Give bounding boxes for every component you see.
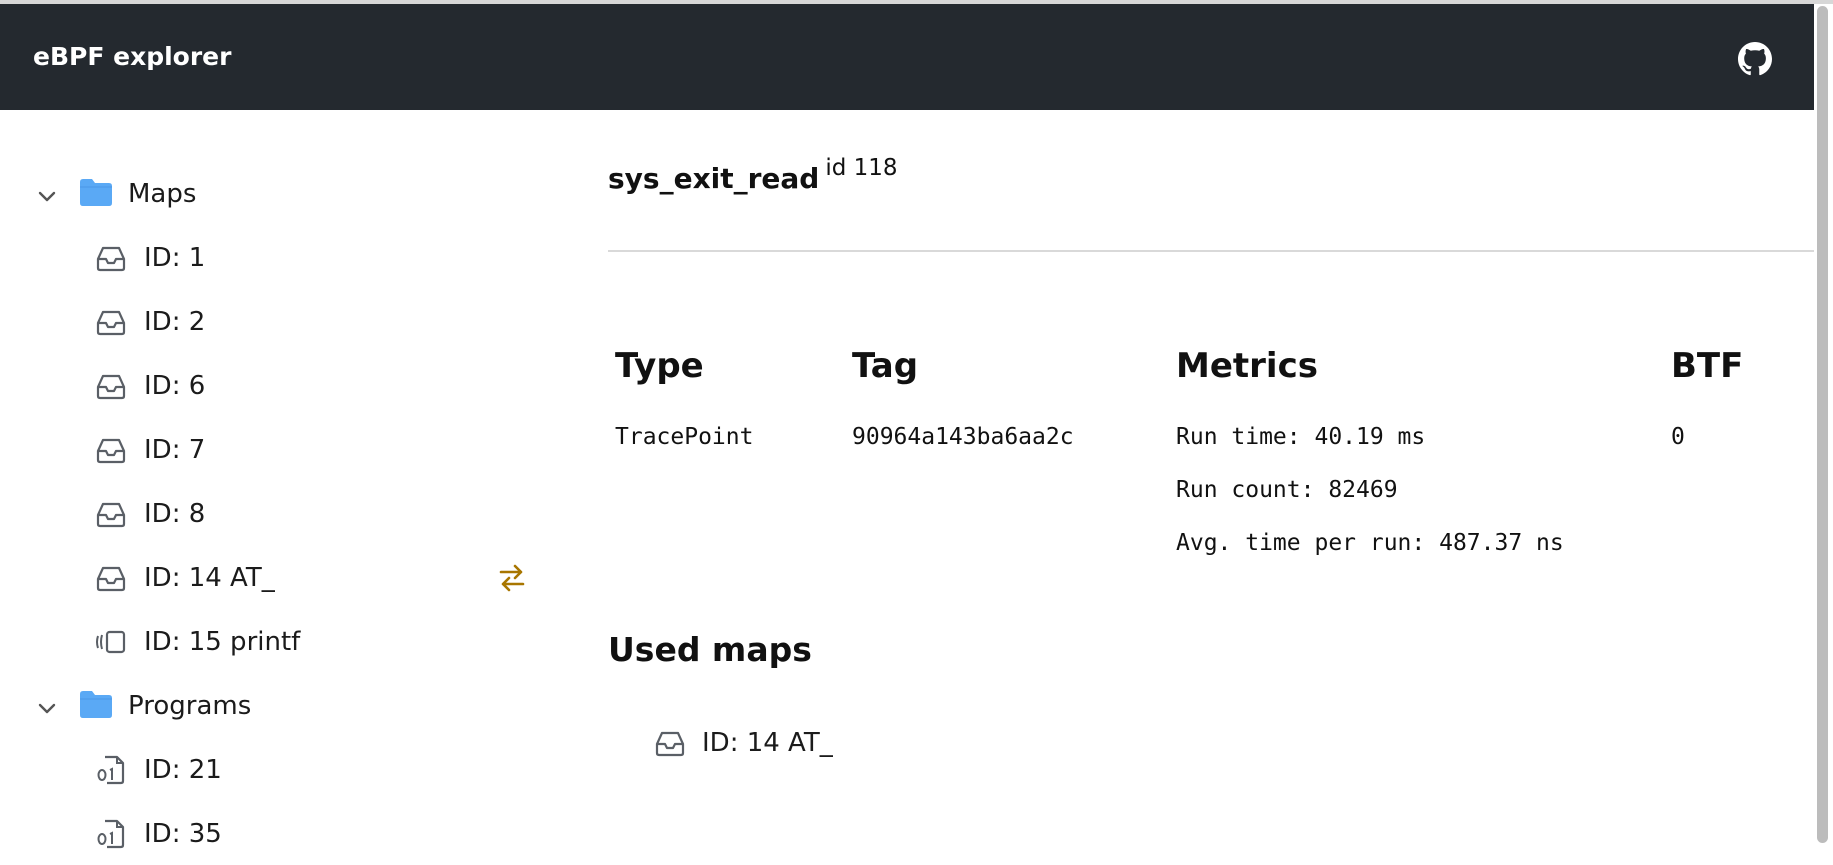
type-column-header: Type	[615, 346, 704, 386]
metrics-column-header: Metrics	[1176, 346, 1318, 386]
inbox-icon	[96, 310, 126, 336]
tree-item-map-1[interactable]: ID: 1	[0, 229, 560, 289]
type-value: TracePoint	[615, 424, 754, 450]
used-map-item[interactable]: ID: 14 AT_	[654, 720, 954, 770]
binary-file-icon	[97, 819, 125, 849]
tree-item-label: ID: 6	[144, 371, 206, 401]
program-detail-panel: sys_exit_read id 118 Type Tag Metrics BTF…	[608, 110, 1814, 843]
tree-folder-programs[interactable]: Programs	[0, 677, 560, 737]
tree-item-label: ID: 14 AT_	[144, 563, 275, 593]
tree-item-label: ID: 8	[144, 499, 206, 529]
used-maps-title: Used maps	[608, 630, 812, 669]
sidebar-tree: Maps ID: 1 ID: 2 ID: 6 ID: 7 ID: 8 ID: 1…	[0, 110, 560, 849]
folder-icon	[80, 179, 112, 206]
app-title[interactable]: eBPF explorer	[33, 42, 231, 71]
github-icon[interactable]	[1738, 42, 1772, 76]
tree-item-map-8[interactable]: ID: 8	[0, 485, 560, 545]
app-header: eBPF explorer	[0, 4, 1814, 110]
metric-avg-time: Avg. time per run: 487.37 ns	[1176, 530, 1564, 556]
program-name: sys_exit_read	[608, 162, 820, 195]
tree-folder-maps[interactable]: Maps	[0, 165, 560, 225]
tree-item-program-21[interactable]: ID: 21	[0, 741, 560, 801]
tag-column-header: Tag	[852, 346, 919, 386]
inbox-icon	[96, 246, 126, 272]
binary-file-icon	[97, 755, 125, 785]
title-divider	[608, 250, 1814, 252]
tree-item-map-7[interactable]: ID: 7	[0, 421, 560, 481]
ring-buffer-icon	[96, 630, 126, 654]
tree-folder-label: Programs	[128, 691, 252, 721]
tree-folder-label: Maps	[128, 179, 197, 209]
tree-item-label: ID: 2	[144, 307, 206, 337]
program-id: id 118	[825, 155, 898, 181]
chevron-down-icon[interactable]	[36, 697, 58, 719]
metric-run-time: Run time: 40.19 ms	[1176, 424, 1426, 450]
tree-item-map-2[interactable]: ID: 2	[0, 293, 560, 353]
tree-item-label: ID: 35	[144, 819, 222, 849]
tree-item-label: ID: 1	[144, 243, 206, 273]
btf-column-header: BTF	[1671, 346, 1744, 386]
tree-item-label: ID: 15 printf	[144, 627, 301, 657]
program-title: sys_exit_read id 118	[608, 155, 898, 195]
tree-item-map-15[interactable]: ID: 15 printf	[0, 613, 560, 673]
inbox-icon	[96, 566, 126, 592]
inbox-icon	[96, 438, 126, 464]
scrollbar-thumb[interactable]	[1817, 6, 1828, 843]
tree-item-program-35[interactable]: ID: 35	[0, 805, 560, 865]
swap-arrows-icon	[499, 564, 525, 592]
inbox-icon	[96, 502, 126, 528]
folder-icon	[80, 691, 112, 718]
tree-item-map-14[interactable]: ID: 14 AT_	[0, 549, 560, 609]
tree-item-map-6[interactable]: ID: 6	[0, 357, 560, 417]
tag-value: 90964a143ba6aa2c	[852, 424, 1074, 450]
chevron-down-icon[interactable]	[36, 185, 58, 207]
used-map-label: ID: 14 AT_	[702, 728, 833, 758]
inbox-icon	[655, 731, 685, 757]
tree-item-label: ID: 21	[144, 755, 222, 785]
inbox-icon	[96, 374, 126, 400]
tree-item-label: ID: 7	[144, 435, 206, 465]
btf-value: 0	[1671, 424, 1685, 450]
metric-run-count: Run count: 82469	[1176, 477, 1398, 503]
